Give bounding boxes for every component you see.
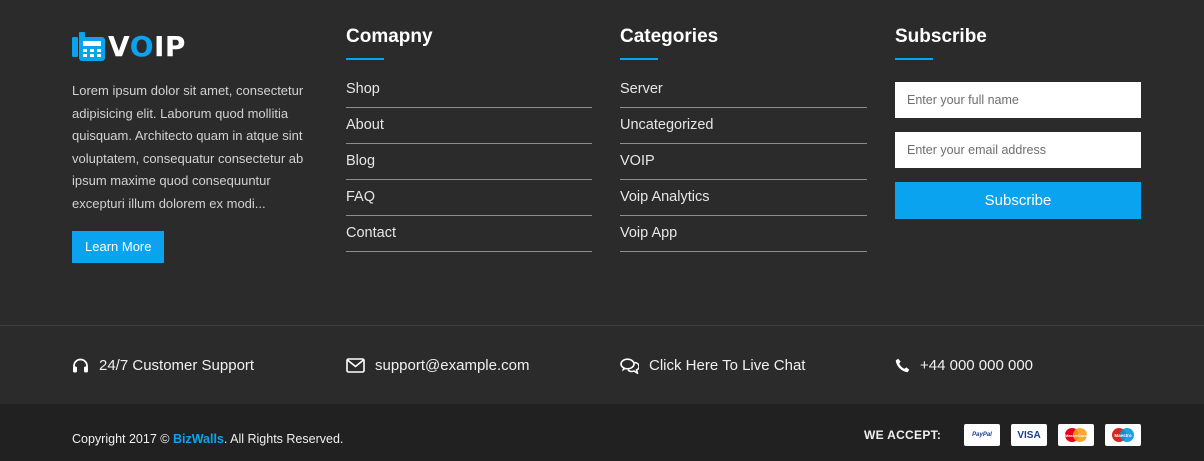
support-phone[interactable]: +44 000 000 000 [895, 326, 1033, 405]
we-accept-label: WE ACCEPT: [864, 428, 942, 442]
maestro-icon: Maestro [1105, 424, 1141, 446]
support-text: 24/7 Customer Support [99, 357, 255, 374]
site-logo[interactable]: VOIP [72, 26, 322, 66]
link-contact[interactable]: Contact [346, 216, 592, 252]
copyright-suffix: . All Rights Reserved. [223, 432, 344, 446]
email-text: support@example.com [375, 357, 530, 374]
company-column: Comapny Shop About Blog FAQ Contact [346, 26, 592, 252]
category-links: Server Uncategorized VOIP Voip Analytics… [620, 72, 867, 252]
brand-link[interactable]: BizWalls [173, 432, 224, 446]
subscribe-column: Subscribe Subscribe [895, 26, 1141, 219]
footer-bottom: Copyright 2017 © BizWalls. All Rights Re… [0, 404, 1204, 461]
subscribe-button[interactable]: Subscribe [895, 182, 1141, 219]
chat-bubbles-icon [620, 357, 639, 374]
contact-info-bar: 24/7 Customer Support support@example.co… [0, 325, 1204, 404]
link-category-server[interactable]: Server [620, 72, 867, 108]
categories-title: Categories [620, 26, 719, 47]
link-category-uncategorized[interactable]: Uncategorized [620, 108, 867, 144]
phone-logo-icon [72, 29, 106, 63]
full-name-input[interactable] [895, 82, 1141, 118]
link-about[interactable]: About [346, 108, 592, 144]
chat-text: Click Here To Live Chat [649, 357, 806, 374]
link-faq[interactable]: FAQ [346, 180, 592, 216]
logo-text: VOIP [108, 29, 186, 63]
learn-more-button[interactable]: Learn More [72, 230, 165, 263]
link-category-voip[interactable]: VOIP [620, 144, 867, 180]
link-shop[interactable]: Shop [346, 72, 592, 108]
copyright: Copyright 2017 © BizWalls. All Rights Re… [72, 432, 343, 446]
envelope-icon [346, 358, 365, 373]
mastercard-icon: MasterCard [1058, 424, 1094, 446]
copyright-prefix: Copyright 2017 © [72, 432, 173, 446]
company-links: Shop About Blog FAQ Contact [346, 72, 592, 252]
link-blog[interactable]: Blog [346, 144, 592, 180]
phone-text: +44 000 000 000 [920, 357, 1034, 374]
footer-main: VOIP Lorem ipsum dolor sit amet, consect… [0, 0, 1204, 325]
visa-label: VISA [1017, 429, 1041, 441]
paypal-card-icon: PayPal [964, 424, 1000, 446]
title-underline [346, 58, 384, 60]
link-category-voip-app[interactable]: Voip App [620, 216, 867, 252]
subscribe-title: Subscribe [895, 26, 987, 47]
about-text: Lorem ipsum dolor sit amet, consectetur … [72, 83, 304, 211]
headset-icon [73, 358, 88, 372]
categories-column: Categories Server Uncategorized VOIP Voi… [620, 26, 867, 252]
paypal-label: PayPal [972, 432, 992, 438]
visa-card-icon: VISA [1011, 424, 1047, 446]
mastercard-label: MasterCard [1065, 433, 1088, 438]
support-email[interactable]: support@example.com [346, 326, 529, 405]
phone-icon [895, 358, 910, 373]
title-underline [620, 58, 658, 60]
title-underline [895, 58, 933, 60]
about-column: VOIP Lorem ipsum dolor sit amet, consect… [72, 26, 322, 263]
live-chat[interactable]: Click Here To Live Chat [620, 326, 805, 405]
maestro-label: Maestro [1114, 433, 1132, 438]
email-input[interactable] [895, 132, 1141, 168]
customer-support[interactable]: 24/7 Customer Support [72, 326, 254, 405]
link-category-voip-analytics[interactable]: Voip Analytics [620, 180, 867, 216]
company-title: Comapny [346, 26, 433, 47]
